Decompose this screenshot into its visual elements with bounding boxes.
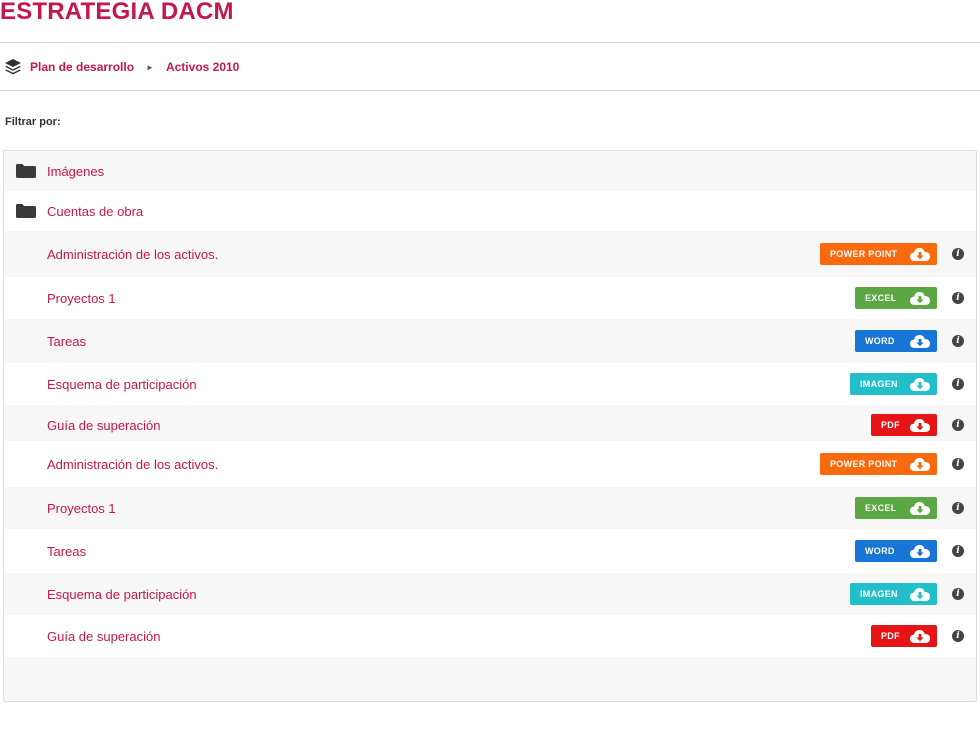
file-row: Administración de los activos. POWER POIN… (4, 441, 976, 487)
cloud-download-icon (910, 545, 930, 558)
download-button[interactable]: PDF (871, 414, 937, 436)
cloud-download-icon (910, 248, 930, 261)
info-icon[interactable]: i (952, 335, 964, 347)
file-row: Guía de superación PDF i (4, 615, 976, 657)
file-row: Tareas WORD i (4, 529, 976, 573)
breadcrumb-link-plan[interactable]: Plan de desarrollo (30, 60, 134, 74)
file-label[interactable]: Esquema de participación (47, 587, 197, 602)
breadcrumb: Plan de desarrollo ► Activos 2010 (4, 58, 239, 76)
file-row: Tareas WORD i (4, 319, 976, 363)
download-button[interactable]: IMAGEN (850, 373, 937, 395)
download-button[interactable]: POWER POINT (820, 453, 937, 475)
download-button[interactable]: WORD (855, 330, 937, 352)
folder-label[interactable]: Cuentas de obra (47, 204, 143, 219)
info-icon[interactable]: i (952, 419, 964, 431)
file-list-panel: Imágenes Cuentas de obra Administración de… (3, 150, 977, 702)
file-type-label: POWER POINT (830, 249, 898, 259)
info-icon[interactable]: i (952, 545, 964, 557)
file-type-label: PDF (881, 631, 900, 641)
layers-icon (5, 59, 21, 75)
file-row: Proyectos 1 EXCEL i (4, 277, 976, 319)
download-button[interactable]: PDF (871, 625, 937, 647)
file-type-label: WORD (865, 546, 895, 556)
file-type-label: POWER POINT (830, 459, 898, 469)
file-label[interactable]: Guía de superación (47, 629, 160, 644)
folder-row[interactable]: Imágenes (4, 151, 976, 191)
info-icon[interactable]: i (952, 378, 964, 390)
filter-label: Filtrar por: (5, 116, 61, 128)
cloud-download-icon (910, 419, 930, 432)
file-row: Guía de superación PDF i (4, 405, 976, 445)
file-label[interactable]: Tareas (47, 544, 86, 559)
cloud-download-icon (910, 335, 930, 348)
cloud-download-icon (910, 630, 930, 643)
file-type-label: PDF (881, 420, 900, 430)
info-icon[interactable]: i (952, 248, 964, 260)
file-type-label: IMAGEN (860, 589, 898, 599)
divider (0, 42, 980, 43)
file-label[interactable]: Proyectos 1 (47, 291, 116, 306)
file-label[interactable]: Tareas (47, 334, 86, 349)
download-button[interactable]: EXCEL (855, 497, 937, 519)
file-row: Proyectos 1 EXCEL i (4, 487, 976, 529)
download-button[interactable]: POWER POINT (820, 243, 937, 265)
folder-label[interactable]: Imágenes (47, 164, 104, 179)
info-icon[interactable]: i (952, 458, 964, 470)
download-button[interactable]: EXCEL (855, 287, 937, 309)
file-row: Administración de los activos. POWER POIN… (4, 231, 976, 277)
file-label[interactable]: Esquema de participación (47, 377, 197, 392)
file-label[interactable]: Proyectos 1 (47, 501, 116, 516)
file-row: Esquema de participación IMAGEN i (4, 363, 976, 405)
file-label[interactable]: Administración de los activos. (47, 457, 218, 472)
file-type-label: IMAGEN (860, 379, 898, 389)
download-button[interactable]: WORD (855, 540, 937, 562)
download-button[interactable]: IMAGEN (850, 583, 937, 605)
folder-icon (16, 164, 36, 178)
folder-row[interactable]: Cuentas de obra (4, 191, 976, 231)
breadcrumb-separator: ► (146, 62, 154, 72)
cloud-download-icon (910, 458, 930, 471)
cloud-download-icon (910, 292, 930, 305)
file-type-label: EXCEL (865, 503, 897, 513)
file-label[interactable]: Guía de superación (47, 418, 160, 433)
file-row: Esquema de participación IMAGEN i (4, 573, 976, 615)
info-icon[interactable]: i (952, 588, 964, 600)
file-label[interactable]: Administración de los activos. (47, 247, 218, 262)
breadcrumb-link-activos[interactable]: Activos 2010 (166, 60, 239, 74)
page-title: ESTRATEGIA DACM (0, 0, 234, 25)
cloud-download-icon (910, 378, 930, 391)
cloud-download-icon (910, 588, 930, 601)
file-type-label: EXCEL (865, 293, 897, 303)
info-icon[interactable]: i (952, 502, 964, 514)
divider (0, 90, 980, 91)
folder-icon (16, 204, 36, 218)
file-type-label: WORD (865, 336, 895, 346)
info-icon[interactable]: i (952, 292, 964, 304)
cloud-download-icon (910, 502, 930, 515)
info-icon[interactable]: i (952, 630, 964, 642)
